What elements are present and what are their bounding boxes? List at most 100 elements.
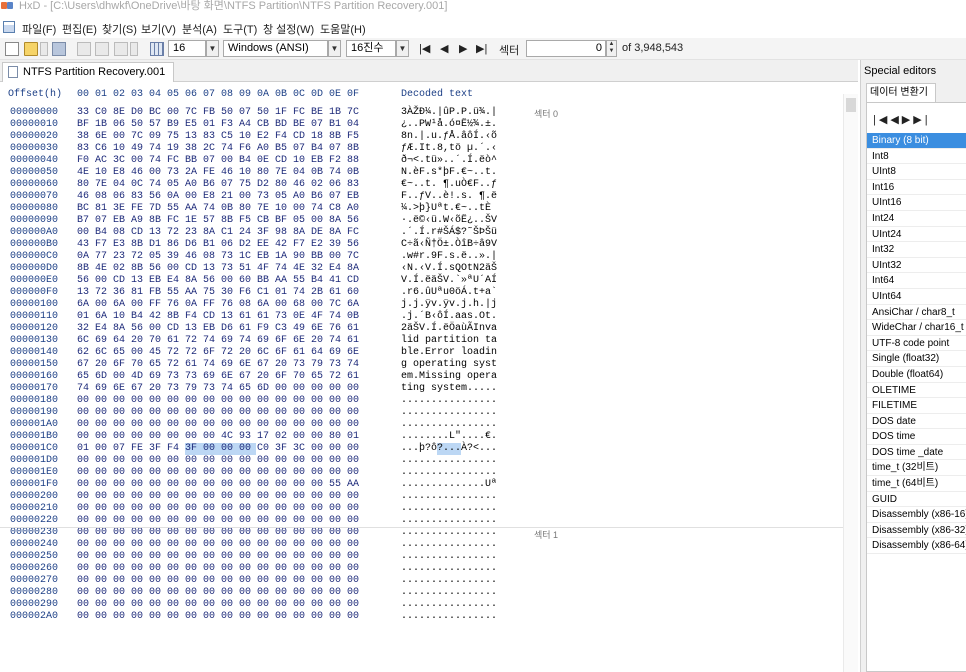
chevron-down-icon[interactable]: ▼ (328, 40, 341, 57)
row-decoded-text[interactable]: ble.Error loadin (401, 347, 497, 359)
row-hex-bytes[interactable]: 6A 00 6A 00 FF 76 0A FF 76 08 6A 00 68 0… (77, 299, 359, 311)
table-row[interactable]: 000001F0 00 00 00 00 00 00 00 00 00 00 00… (0, 479, 858, 491)
row-decoded-text[interactable]: V.Í.ëäŠV.`»ªU´AÍ (401, 275, 497, 287)
table-row[interactable]: 00000080 BC 81 3E FE 7D 55 AA 74 0B 80 7E… (0, 203, 858, 215)
row-hex-bytes[interactable]: 6C 69 64 20 70 61 72 74 69 74 69 6F 6E 2… (77, 335, 359, 347)
row-decoded-text[interactable]: .j.´B‹ôÍ.aas.Ot. (401, 311, 497, 323)
row-decoded-text[interactable]: ð¬<.tü»..´.Í.ëò^ (401, 155, 497, 167)
row-decoded-text[interactable]: ........L"....€. (401, 431, 497, 443)
menu-edit[interactable]: 편집(E) (62, 21, 97, 37)
properties-icon[interactable] (114, 42, 128, 56)
row-hex-bytes[interactable]: 65 6D 00 4D 69 73 73 69 6E 67 20 6F 70 6… (77, 371, 359, 383)
row-hex-bytes[interactable]: 00 00 00 00 00 00 00 00 00 00 00 00 00 0… (77, 563, 359, 575)
list-item[interactable]: Int8 (867, 149, 966, 165)
menu-window[interactable]: 창 설정(W) (263, 21, 314, 37)
table-row[interactable]: 000001C0 01 00 07 FE 3F F4 3F 00 00 00 C0… (0, 443, 858, 455)
row-decoded-text[interactable]: ................ (401, 599, 497, 611)
table-row[interactable]: 00000110 01 6A 10 B4 42 8B F4 CD 13 61 61… (0, 311, 858, 323)
menu-analysis[interactable]: 분석(A) (182, 21, 217, 37)
row-decoded-text[interactable]: ƒÆ.It.8,tö µ.´.‹ (401, 143, 497, 155)
row-decoded-text[interactable]: ................ (401, 527, 497, 539)
row-hex-bytes[interactable]: 00 00 00 00 00 00 00 00 00 00 00 00 00 0… (77, 479, 359, 491)
row-hex-bytes[interactable]: 8B 4E 02 8B 56 00 CD 13 73 51 4F 74 4E 3… (77, 263, 359, 275)
row-hex-bytes[interactable]: 01 00 07 FE 3F F4 3F 00 00 00 C0 3F 3C 0… (77, 443, 359, 455)
row-hex-bytes[interactable]: 32 E4 8A 56 00 CD 13 EB D6 61 F9 C3 49 6… (77, 323, 359, 335)
row-hex-bytes[interactable]: 00 00 00 00 00 00 00 00 00 00 00 00 00 0… (77, 515, 359, 527)
row-decoded-text[interactable]: ‹N.‹V.Í.sQOtN2äŠ (401, 263, 497, 275)
row-hex-bytes[interactable]: 0A 77 23 72 05 39 46 08 73 1C EB 1A 90 B… (77, 251, 359, 263)
table-row[interactable]: 000000F0 13 72 36 81 FB 55 AA 75 30 F6 C1… (0, 287, 858, 299)
row-decoded-text[interactable]: ¼.>þ}Uªt.€~..tÈ (401, 203, 497, 215)
table-row[interactable]: 00000100 6A 00 6A 00 FF 76 0A FF 76 08 6A… (0, 299, 858, 311)
row-hex-bytes[interactable]: 80 7E 04 0C 74 05 A0 B6 07 75 D2 80 46 0… (77, 179, 359, 191)
row-hex-bytes[interactable]: 00 00 00 00 00 00 00 00 00 00 00 00 00 0… (77, 611, 359, 623)
list-item[interactable]: FILETIME (867, 398, 966, 414)
table-row[interactable]: 000001D0 00 00 00 00 00 00 00 00 00 00 00… (0, 455, 858, 467)
row-hex-bytes[interactable]: 00 00 00 00 00 00 00 00 4C 93 17 02 00 0… (77, 431, 359, 443)
row-hex-bytes[interactable]: 01 6A 10 B4 42 8B F4 CD 13 61 61 73 0E 4… (77, 311, 359, 323)
table-row[interactable]: 000000C0 0A 77 23 72 05 39 46 08 73 1C EB… (0, 251, 858, 263)
row-hex-bytes[interactable]: 62 6C 65 00 45 72 72 6F 72 20 6C 6F 61 6… (77, 347, 359, 359)
hex-rows[interactable]: 00000000 33 C0 8E D0 BC 00 7C FB 50 07 50… (0, 107, 858, 623)
row-decoded-text[interactable]: ................ (401, 419, 497, 431)
table-row[interactable]: 000000E0 56 00 CD 13 EB E4 8A 56 00 60 BB… (0, 275, 858, 287)
table-row[interactable]: 00000150 67 20 6F 70 65 72 61 74 69 6E 67… (0, 359, 858, 371)
table-row[interactable]: 00000260 00 00 00 00 00 00 00 00 00 00 00… (0, 563, 858, 575)
menu-view[interactable]: 보기(V) (141, 21, 176, 37)
row-decoded-text[interactable]: ................ (401, 539, 497, 551)
row-decoded-text[interactable]: j.j.ÿv.ÿv.j.h.|j (401, 299, 497, 311)
list-item[interactable]: Disassembly (x86-32) (867, 523, 966, 539)
table-row[interactable]: 00000090 B7 07 EB A9 8B FC 1E 57 8B F5 CB… (0, 215, 858, 227)
first-sector-icon[interactable]: |◀ (419, 42, 430, 55)
table-row[interactable]: 00000070 46 08 06 83 56 0A 00 E8 21 00 73… (0, 191, 858, 203)
list-item[interactable]: Single (float32) (867, 351, 966, 367)
table-row[interactable]: 00000020 38 6E 00 7C 09 75 13 83 C5 10 E2… (0, 131, 858, 143)
row-decoded-text[interactable]: ·.ë©‹ü.W‹õË¿..ŠV (401, 215, 497, 227)
row-decoded-text[interactable]: 2äŠV.Í.ëÖaùÃInva (401, 323, 497, 335)
row-decoded-text[interactable]: ................ (401, 491, 497, 503)
sector-spinner[interactable]: ▲ ▼ (606, 40, 617, 57)
table-row[interactable]: 00000030 83 C6 10 49 74 19 38 2C 74 F6 A0… (0, 143, 858, 155)
last-sector-icon[interactable]: ▶| (476, 42, 487, 55)
print-icon[interactable] (95, 42, 109, 56)
scrollbar-thumb[interactable] (846, 98, 856, 112)
row-hex-bytes[interactable]: F0 AC 3C 00 74 FC BB 07 00 B4 0E CD 10 E… (77, 155, 359, 167)
row-hex-bytes[interactable]: 00 00 00 00 00 00 00 00 00 00 00 00 00 0… (77, 551, 359, 563)
row-decoded-text[interactable]: F..ƒV..è!.s. ¶.ë (401, 191, 497, 203)
row-hex-bytes[interactable]: 00 00 00 00 00 00 00 00 00 00 00 00 00 0… (77, 587, 359, 599)
list-item[interactable]: OLETIME (867, 383, 966, 399)
row-decoded-text[interactable]: em.Missing opera (401, 371, 497, 383)
row-hex-bytes[interactable]: 00 00 00 00 00 00 00 00 00 00 00 00 00 0… (77, 419, 359, 431)
row-hex-bytes[interactable]: BC 81 3E FE 7D 55 AA 74 0B 80 7E 10 00 7… (77, 203, 359, 215)
row-hex-bytes[interactable]: 00 00 00 00 00 00 00 00 00 00 00 00 00 0… (77, 455, 359, 467)
table-row[interactable]: 00000200 00 00 00 00 00 00 00 00 00 00 00… (0, 491, 858, 503)
next-sector-icon[interactable]: ▶ (459, 42, 467, 55)
app-menu-icon[interactable] (3, 21, 15, 33)
table-row[interactable]: 00000280 00 00 00 00 00 00 00 00 00 00 00… (0, 587, 858, 599)
table-row[interactable]: 000001B0 00 00 00 00 00 00 00 00 4C 93 17… (0, 431, 858, 443)
bytes-per-row-select[interactable]: 16 (168, 40, 206, 57)
table-row[interactable]: 00000000 33 C0 8E D0 BC 00 7C FB 50 07 50… (0, 107, 858, 119)
row-hex-bytes[interactable]: 43 F7 E3 8B D1 86 D6 B1 06 D2 EE 42 F7 E… (77, 239, 359, 251)
document-tab[interactable]: NTFS Partition Recovery.001 (2, 62, 175, 82)
inspector-nav-icons[interactable]: |◀◀▶▶| (873, 113, 931, 126)
list-item[interactable]: UTF-8 code point (867, 336, 966, 352)
row-decoded-text[interactable]: g operating syst (401, 359, 497, 371)
vertical-scrollbar[interactable] (843, 94, 858, 672)
list-item[interactable]: time_t (32비트) (867, 460, 966, 477)
list-item[interactable]: UInt64 (867, 289, 966, 305)
row-hex-bytes[interactable]: 00 00 00 00 00 00 00 00 00 00 00 00 00 0… (77, 407, 359, 419)
open-file-icon[interactable] (24, 42, 38, 56)
data-inspector-tab[interactable]: 데이터 변환기 (866, 83, 936, 102)
row-hex-bytes[interactable]: B7 07 EB A9 8B FC 1E 57 8B F5 CB BF 05 0… (77, 215, 359, 227)
row-decoded-text[interactable]: 3ÀŽĐ¼.|ûP.P.ü¾.| (401, 107, 497, 119)
table-row[interactable]: 000002A0 00 00 00 00 00 00 00 00 00 00 00… (0, 611, 858, 623)
row-decoded-text[interactable]: ................ (401, 587, 497, 599)
row-hex-bytes[interactable]: 38 6E 00 7C 09 75 13 83 C5 10 E2 F4 CD 1… (77, 131, 359, 143)
table-row[interactable]: 00000050 4E 10 E8 46 00 73 2A FE 46 10 80… (0, 167, 858, 179)
table-row[interactable]: 00000130 6C 69 64 20 70 61 72 74 69 74 69… (0, 335, 858, 347)
row-hex-bytes[interactable]: 00 00 00 00 00 00 00 00 00 00 00 00 00 0… (77, 575, 359, 587)
table-row[interactable]: 000001E0 00 00 00 00 00 00 00 00 00 00 00… (0, 467, 858, 479)
table-row[interactable]: 00000170 74 69 6E 67 20 73 79 73 74 65 6D… (0, 383, 858, 395)
new-file-icon[interactable] (5, 42, 19, 56)
